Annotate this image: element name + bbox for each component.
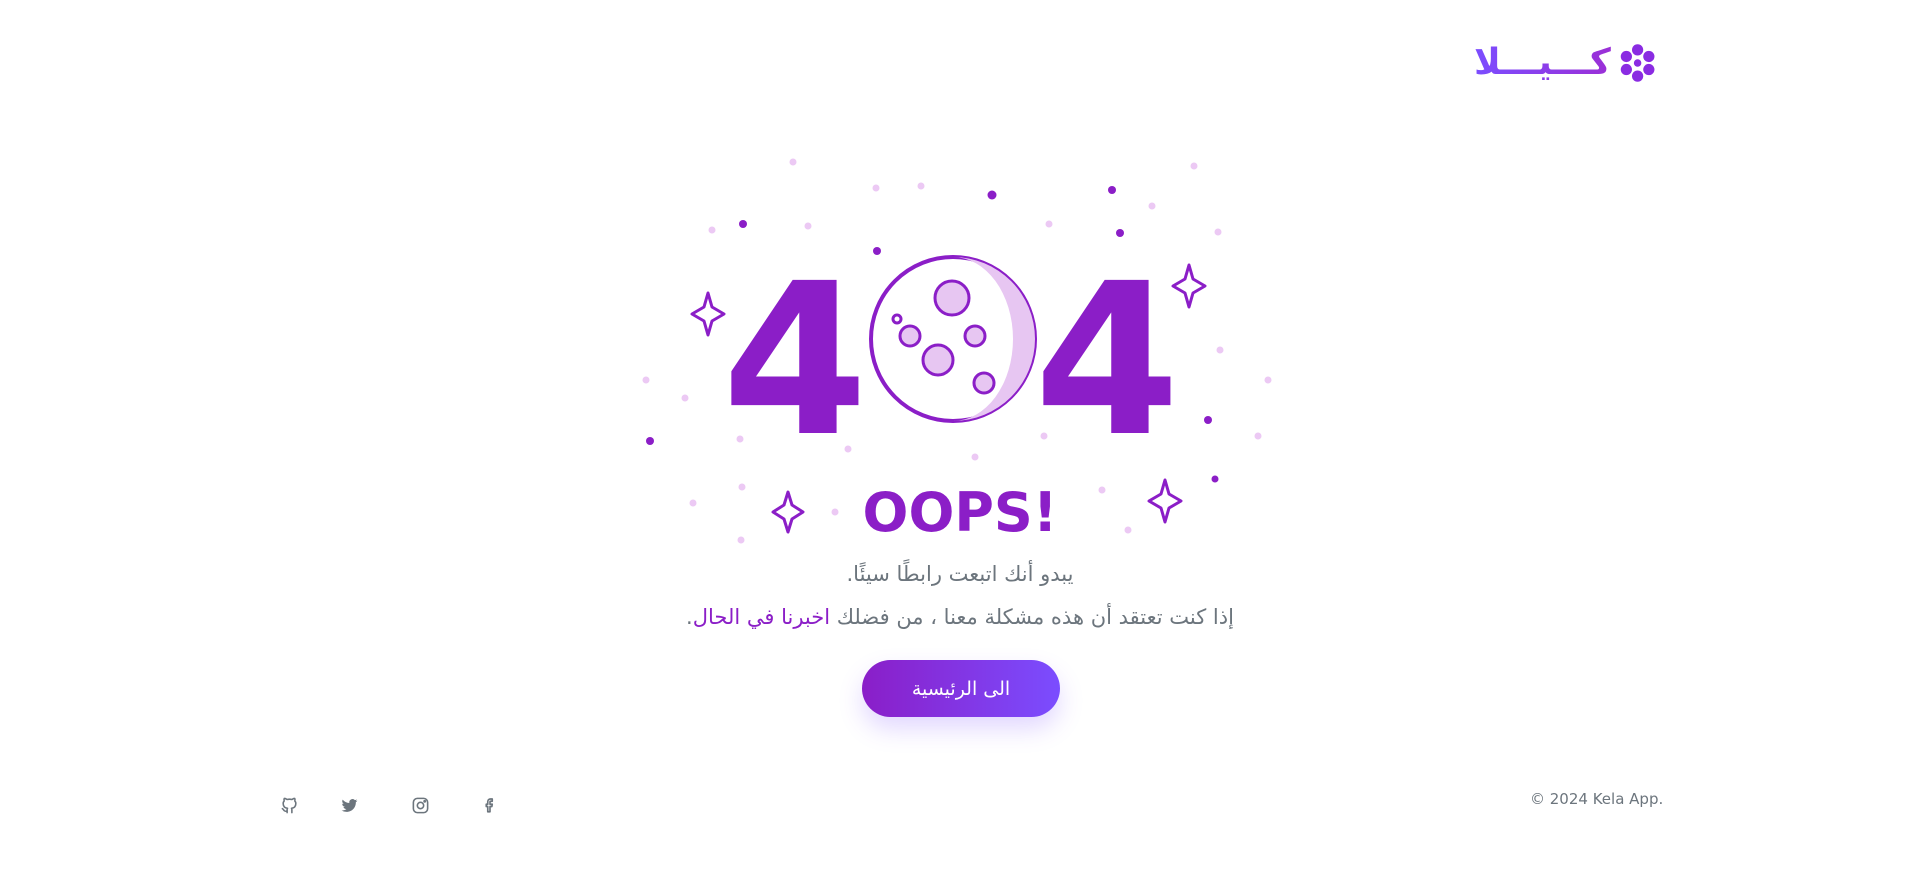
github-icon[interactable]	[277, 793, 301, 817]
report-message: إذا كنت تعتقد أن هذه مشكلة معنا ، من فضل…	[0, 605, 1920, 629]
report-link[interactable]: اخبرنا في الحال	[693, 605, 830, 629]
copyright-text: © 2024 Kela App.	[1530, 790, 1664, 808]
error-message: يبدو أنك اتبعت رابطًا سيئًا.	[846, 562, 1074, 586]
home-button[interactable]: الى الرئيسية	[862, 660, 1060, 717]
moon-icon	[869, 255, 1037, 423]
brand-name: كـــيـــلا	[1474, 42, 1611, 83]
facebook-icon[interactable]	[478, 793, 502, 817]
twitter-icon[interactable]	[337, 793, 361, 817]
error-digit-right: 4	[1034, 238, 1180, 483]
instagram-icon[interactable]	[408, 793, 432, 817]
report-prefix: إذا كنت تعتقد أن هذه مشكلة معنا ، من فضل…	[830, 605, 1234, 629]
report-suffix: .	[686, 605, 693, 629]
brand-logo[interactable]: كـــيـــلا	[1474, 38, 1658, 88]
flower-logo-icon	[1620, 44, 1655, 82]
error-digit-left: 4	[722, 238, 868, 483]
error-heading: OOPS!	[862, 481, 1058, 544]
